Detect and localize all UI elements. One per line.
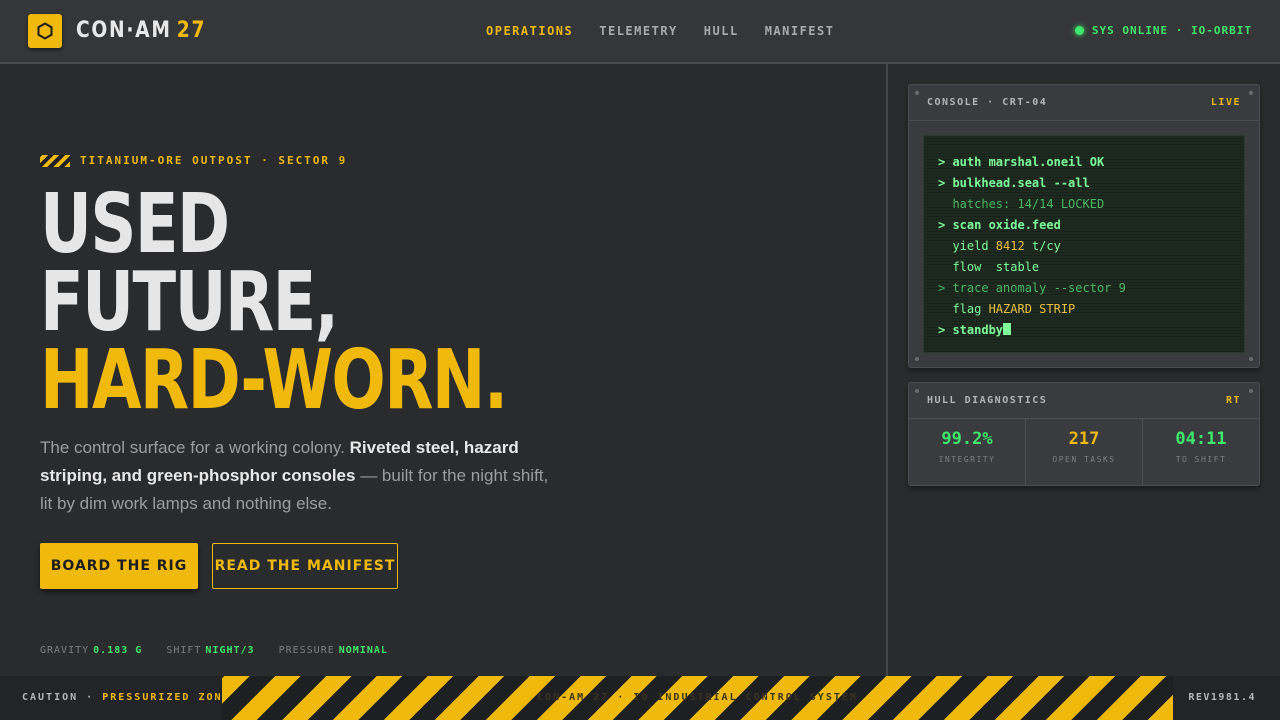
hero-headline: USED FUTURE, HARD-WORN. (40, 177, 508, 428)
rivet-icon (915, 91, 919, 95)
lede-text-1: The control surface for a working colony… (40, 438, 350, 457)
stat-to-shift: 04:11 TO SHIFT (1143, 419, 1259, 485)
crt-screen[interactable]: > auth marshal.oneil OK > bulkhead.seal … (923, 135, 1245, 353)
board-the-rig-button[interactable]: BOARD THE RIG (40, 543, 198, 589)
console-title: CONSOLE · CRT-04 (927, 97, 1048, 108)
console-header: CONSOLE · CRT-04 LIVE (909, 85, 1259, 121)
main-nav: OPERATIONS TELEMETRY HULL MANIFEST (486, 24, 834, 38)
console-line: > auth marshal.oneil OK (938, 155, 1105, 169)
readout-pressure: PRESSURE NOMINAL (278, 645, 388, 656)
stat-label: OPEN TASKS (1052, 455, 1116, 464)
footer-bar: CAUTION · PRESSURIZED ZONE CON-AM 27 · I… (0, 676, 1280, 720)
hazard-stripe-icon (40, 154, 70, 167)
readout-gravity: GRAVITY 0.183 G (40, 645, 143, 656)
hero-tag-text: TITANIUM-ORE OUTPOST · SECTOR 9 (80, 154, 348, 167)
rivet-icon (1249, 357, 1253, 361)
rivet-icon (915, 357, 919, 361)
headline-line-3: HARD-WORN. (40, 333, 508, 428)
console-line: yield 8412 t/cy (938, 239, 1061, 253)
cursor-icon (1003, 323, 1012, 335)
revision-label: REV1981.4 (1188, 692, 1256, 703)
rivet-icon (1249, 91, 1253, 95)
hexagon-logo-icon[interactable] (28, 14, 62, 48)
stat-open-tasks: 217 OPEN TASKS (1026, 419, 1143, 485)
console-line: > trace anomaly --sector 9 (938, 281, 1126, 295)
rivet-icon (1249, 389, 1253, 393)
hero-tag: TITANIUM-ORE OUTPOST · SECTOR 9 (40, 154, 347, 167)
nav-operations[interactable]: OPERATIONS (486, 24, 573, 38)
caution-label: CAUTION · PRESSURIZED ZONE (22, 692, 231, 703)
stat-integrity: 99.2% INTEGRITY (909, 419, 1026, 485)
headline-line-1: USED (40, 177, 230, 272)
console-line: hatches: 14/14 LOCKED (938, 197, 1105, 211)
nav-manifest[interactable]: MANIFEST (765, 24, 835, 38)
console-line: flow stable (938, 260, 1040, 274)
brand-title: CON·AM (76, 18, 172, 43)
headline-line-2: FUTURE, (40, 255, 339, 350)
system-status: SYS ONLINE · IO-ORBIT (1074, 24, 1252, 37)
brand-name[interactable]: CON·AM 27 (76, 18, 206, 43)
system-status-text: SYS ONLINE · IO-ORBIT (1091, 24, 1252, 37)
stat-value: 99.2% (941, 429, 993, 449)
console-panel: CONSOLE · CRT-04 LIVE > auth marshal.one… (908, 84, 1260, 368)
column-divider (886, 64, 888, 676)
console-line: > standby (938, 320, 1230, 341)
stat-value: 217 (1068, 429, 1100, 449)
readout-shift: SHIFT NIGHT/3 (166, 645, 255, 656)
status-dot-icon (1074, 26, 1084, 35)
console-line: > scan oxide.feed (938, 218, 1061, 232)
diagnostics-stats: 99.2% INTEGRITY 217 OPEN TASKS 04:11 TO … (909, 419, 1259, 485)
nav-telemetry[interactable]: TELEMETRY (599, 24, 678, 38)
footer-center-text: CON-AM 27 · IO INDUSTRIAL CONTROL SYSTEM (537, 692, 858, 703)
rt-badge: RT (1225, 395, 1241, 406)
rivet-icon (915, 389, 919, 393)
read-manifest-button[interactable]: READ THE MANIFEST (212, 543, 398, 589)
stat-label: INTEGRITY (938, 455, 996, 464)
hull-diagnostics-panel: HULL DIAGNOSTICS RT 99.2% INTEGRITY 217 … (908, 382, 1260, 486)
environment-readouts: GRAVITY 0.183 G SHIFT NIGHT/3 PRESSURE NOMI… (40, 645, 388, 656)
diagnostics-header: HULL DIAGNOSTICS RT (909, 383, 1259, 419)
console-line: > bulkhead.seal --all (938, 176, 1090, 190)
nav-hull[interactable]: HULL (704, 24, 739, 38)
stat-value: 04:11 (1175, 429, 1227, 449)
console-line: flag HAZARD STRIP (938, 302, 1076, 316)
live-badge: LIVE (1210, 97, 1241, 108)
diagnostics-title: HULL DIAGNOSTICS (927, 395, 1048, 406)
hazard-stripe-band: CON-AM 27 · IO INDUSTRIAL CONTROL SYSTEM (222, 676, 1173, 720)
hero-description: The control surface for a working colony… (40, 434, 560, 518)
stat-label: TO SHIFT (1175, 455, 1227, 464)
brand-number: 27 (176, 18, 207, 43)
top-bar: CON·AM 27 OPERATIONS TELEMETRY HULL MANIF… (0, 0, 1280, 64)
